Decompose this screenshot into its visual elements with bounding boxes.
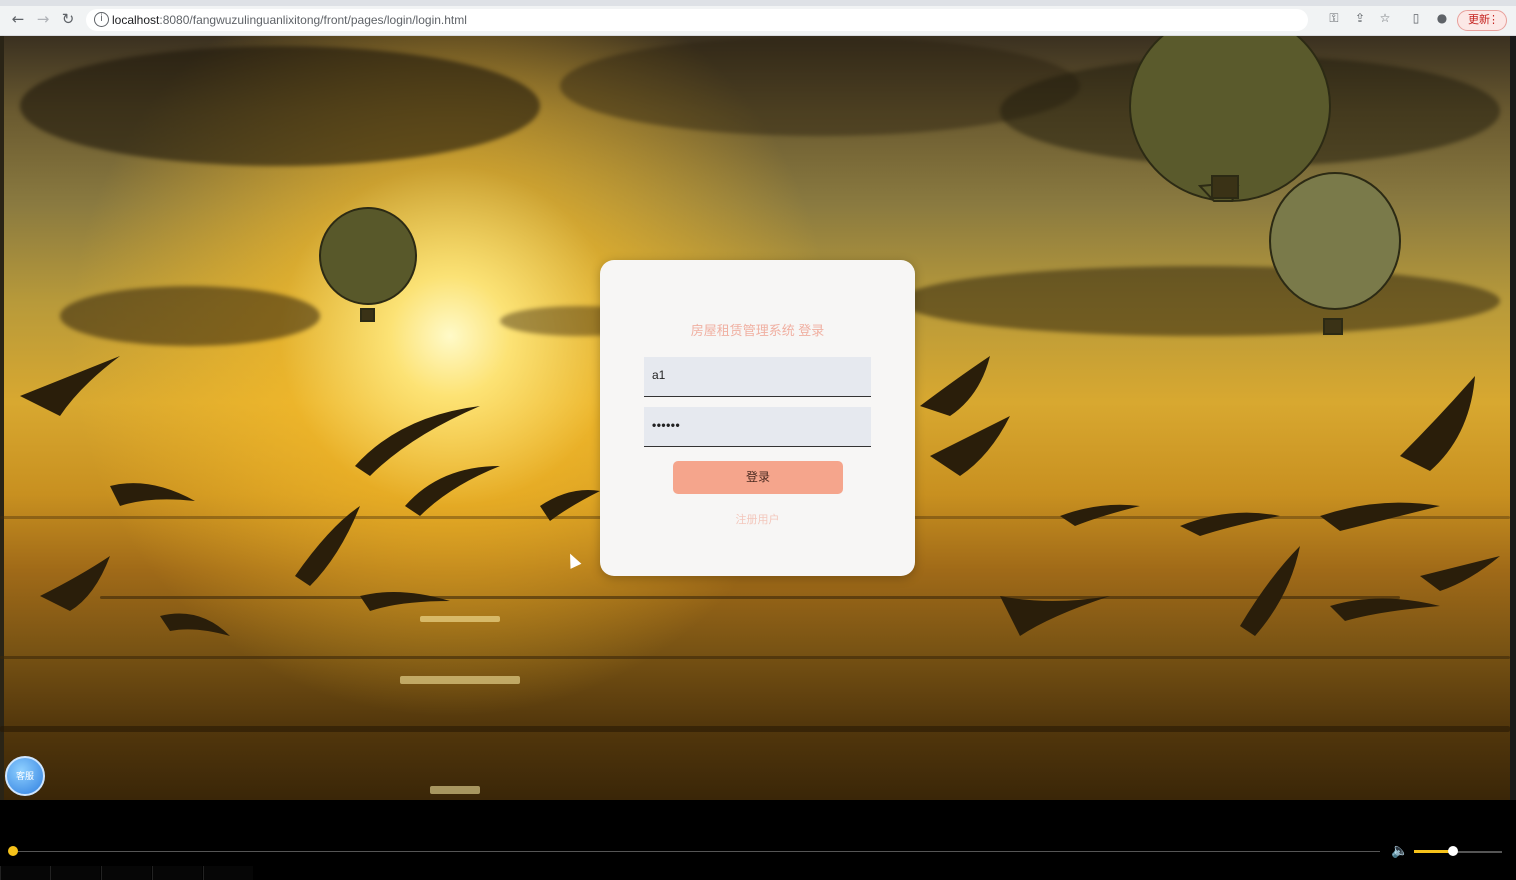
hot-air-balloon: [1269, 172, 1401, 335]
star-icon[interactable]: ☆: [1378, 11, 1392, 25]
login-card: 房屋租赁管理系统 登录 a1 •••••• 登录 注册用户: [600, 260, 915, 576]
sidebar-icon[interactable]: ▯: [1409, 11, 1423, 25]
floating-avatar-badge[interactable]: 客服: [5, 756, 45, 796]
url-path: :8080/fangwuzulinguanlixitong/front/page…: [159, 13, 467, 27]
player-segment: [50, 866, 100, 880]
volume-knob[interactable]: [1448, 846, 1458, 856]
hot-air-balloon: [1129, 36, 1331, 202]
player-segment: [0, 866, 50, 880]
page-background: 房屋租赁管理系统 登录 a1 •••••• 登录 注册用户: [0, 36, 1516, 800]
forward-icon[interactable]: →: [35, 11, 51, 27]
key-icon[interactable]: ⚿: [1327, 11, 1341, 25]
address-bar[interactable]: i localhost:8080/fangwuzulinguanlixitong…: [86, 9, 1308, 31]
username-value: a1: [652, 368, 666, 382]
login-button[interactable]: 登录: [673, 461, 843, 494]
profile-icon[interactable]: ●: [1435, 11, 1449, 25]
seek-knob[interactable]: [8, 846, 18, 856]
player-segment: [203, 866, 253, 880]
player-segment: [101, 866, 151, 880]
password-field[interactable]: ••••••: [644, 407, 871, 447]
back-icon[interactable]: ←: [10, 11, 26, 27]
reload-icon[interactable]: ↻: [60, 11, 76, 27]
hot-air-balloon: [319, 207, 417, 322]
password-value: ••••••: [652, 418, 681, 432]
right-edge: [1510, 36, 1516, 800]
username-field[interactable]: a1: [644, 357, 871, 397]
register-link[interactable]: 注册用户: [600, 511, 915, 527]
login-title: 房屋租赁管理系统 登录: [690, 323, 825, 338]
avatar-label: 客服: [15, 771, 34, 781]
seek-track[interactable]: [12, 851, 1380, 852]
menu-dots-icon[interactable]: ⋮: [1488, 11, 1499, 30]
update-button[interactable]: 更新 ⋮: [1457, 10, 1507, 31]
url-host: localhost: [112, 13, 160, 27]
browser-toolbar: ← → ↻ i localhost:8080/fangwuzulinguanli…: [0, 0, 1516, 36]
volume-icon[interactable]: 🔈: [1391, 843, 1408, 859]
tab-strip: [0, 0, 1516, 6]
update-button-label: 更新: [1468, 14, 1490, 26]
info-icon[interactable]: i: [94, 12, 109, 27]
url-text[interactable]: localhost:8080/fangwuzulinguanlixitong/f…: [112, 13, 467, 27]
share-icon[interactable]: ⇪: [1353, 11, 1367, 25]
player-segment: [152, 866, 202, 880]
